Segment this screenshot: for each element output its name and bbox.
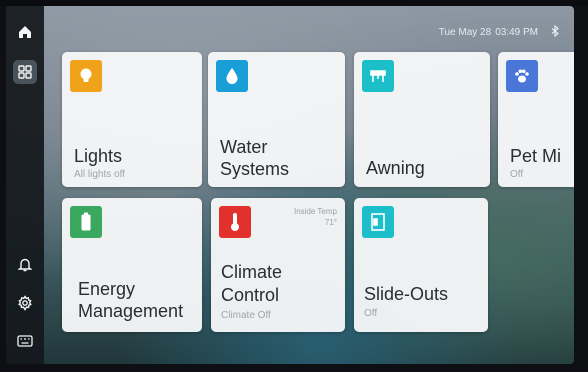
lightbulb-icon — [70, 60, 102, 92]
tile-title: Awning — [366, 158, 425, 178]
touch-screen: Tue May 28 03:49 PM Lights All lights of… — [6, 6, 574, 364]
dashboard-grid-icon[interactable] — [13, 60, 37, 84]
home-icon[interactable] — [13, 20, 37, 44]
side-nav-rail — [6, 6, 44, 364]
tile-title: Pet Mi — [510, 146, 562, 166]
status-bar: Tue May 28 03:49 PM — [439, 24, 560, 40]
tile-water-systems[interactable]: Water Systems — [208, 52, 345, 187]
water-drop-icon — [216, 60, 248, 92]
slide-out-icon — [362, 206, 394, 238]
tile-status: All lights off — [74, 169, 125, 180]
tile-status: Climate Off — [221, 310, 271, 321]
tile-status: Off — [510, 169, 524, 180]
tile-title-line2: Management — [78, 301, 184, 321]
battery-icon — [70, 206, 102, 238]
date-text: Tue May 28 — [438, 26, 492, 38]
bell-icon[interactable] — [13, 252, 37, 276]
awning-icon — [362, 60, 394, 92]
bluetooth-icon[interactable] — [550, 24, 560, 40]
tile-awning[interactable]: Awning — [354, 52, 490, 187]
time-text: 03:49 PM — [495, 26, 538, 38]
tile-title-line1: Water — [220, 137, 268, 157]
tile-title-line2: Systems — [220, 159, 290, 179]
tile-energy-management[interactable]: Energy Management — [62, 198, 202, 332]
tile-title-line1: Climate — [221, 262, 283, 282]
paw-icon — [506, 60, 538, 92]
thermometer-icon — [219, 206, 251, 238]
tile-slide-outs[interactable]: Slide-Outs Off — [354, 198, 488, 332]
tile-lights[interactable]: Lights All lights off — [62, 52, 202, 187]
tile-pet-minder[interactable]: Pet Mi Off — [498, 52, 574, 187]
tile-title-line1: Energy — [78, 279, 136, 299]
keyboard-icon[interactable] — [13, 329, 37, 353]
inside-temp-readout: Inside Temp 71° — [294, 206, 337, 228]
tile-title-line2: Control — [221, 285, 280, 305]
inside-temp-label: Inside Temp — [294, 207, 337, 216]
inside-temp-value: 71° — [324, 218, 337, 227]
gear-icon[interactable] — [13, 291, 37, 315]
tile-title: Slide-Outs — [364, 284, 449, 304]
tile-climate-control[interactable]: Inside Temp 71° Climate Control Climate … — [211, 198, 345, 332]
tile-title: Lights — [74, 146, 123, 166]
tile-status: Off — [364, 308, 378, 319]
